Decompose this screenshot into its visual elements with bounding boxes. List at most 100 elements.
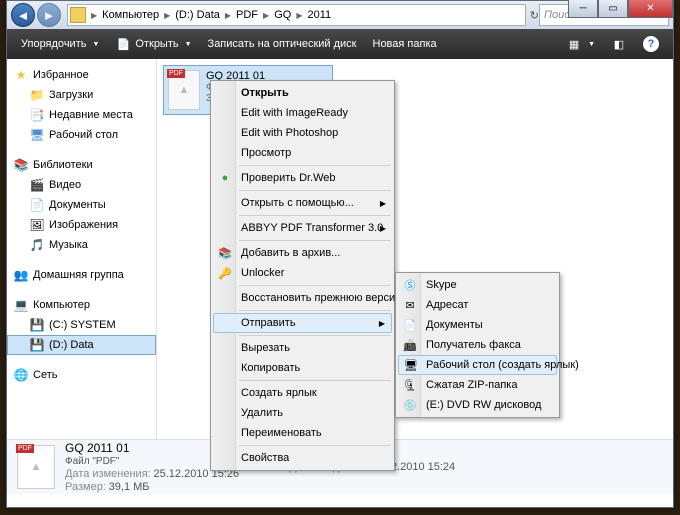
menu-item[interactable]: Открыть с помощью...▶ xyxy=(213,193,392,213)
open-button[interactable]: 📄 Открыть▼ xyxy=(107,29,199,59)
chevron-down-icon: ▼ xyxy=(185,41,192,48)
video-icon: 🎬 xyxy=(29,177,45,193)
sidebar-item-videos[interactable]: 🎬Видео xyxy=(7,175,156,195)
sidebar-item-pictures[interactable]: 🖼Изображения xyxy=(7,215,156,235)
help-icon: ? xyxy=(643,36,659,52)
organize-button[interactable]: Упорядочить▼ xyxy=(13,29,107,59)
context-menu: ОткрытьEdit with ImageReadyEdit with Pho… xyxy=(210,80,395,471)
chevron-right-icon: ▶ xyxy=(379,319,385,328)
music-icon: 🎵 xyxy=(29,237,45,253)
breadcrumb-item[interactable]: GQ xyxy=(272,9,293,21)
menu-item[interactable]: Отправить▶ xyxy=(213,313,392,333)
sidebar-homegroup[interactable]: 👥Домашняя группа xyxy=(7,265,156,285)
menu-item[interactable]: ●Проверить Dr.Web xyxy=(213,168,392,188)
drive-icon: 💾 xyxy=(29,317,45,333)
skype-icon: Ⓢ xyxy=(402,277,418,293)
menu-item[interactable]: Edit with Photoshop xyxy=(213,123,392,143)
menu-item[interactable]: ⓈSkype xyxy=(398,275,557,295)
menu-item[interactable]: 📠Получатель факса xyxy=(398,335,557,355)
green-icon: ● xyxy=(217,170,233,186)
pdf-badge-icon: PDF xyxy=(167,69,185,78)
forward-button[interactable]: ► xyxy=(37,3,61,27)
menu-item[interactable]: ✉Адресат xyxy=(398,295,557,315)
folder-icon xyxy=(70,7,86,23)
pdf-thumbnail: PDF ▲ xyxy=(17,445,55,489)
refresh-button[interactable]: ↻ xyxy=(530,9,539,22)
desktop-icon: 🖥 xyxy=(29,127,45,143)
chevron-down-icon: ▼ xyxy=(92,41,99,48)
books-icon: 📚 xyxy=(217,245,233,261)
burn-button[interactable]: Записать на оптический диск xyxy=(200,29,365,59)
sidebar-item-music[interactable]: 🎵Музыка xyxy=(7,235,156,255)
chevron-right-icon[interactable]: ▶ xyxy=(260,11,272,20)
sidebar-favorites[interactable]: ★Избранное xyxy=(7,65,156,85)
picture-icon: 🖼 xyxy=(29,217,45,233)
star-icon: ★ xyxy=(13,67,29,83)
menu-item[interactable]: 📄Документы xyxy=(398,315,557,335)
menu-item[interactable]: Восстановить прежнюю версию xyxy=(213,288,392,308)
menu-item[interactable]: 🖥Рабочий стол (создать ярлык) xyxy=(398,355,557,375)
menu-item[interactable]: Удалить xyxy=(213,403,392,423)
computer-icon: 💻 xyxy=(13,297,29,313)
sidebar-item-desktop[interactable]: 🖥Рабочий стол xyxy=(7,125,156,145)
menu-item[interactable]: 💿(E:) DVD RW дисковод xyxy=(398,395,557,415)
chevron-right-icon[interactable]: ▶ xyxy=(222,11,234,20)
sidebar-item-drive-d[interactable]: 💾(D:) Data xyxy=(7,335,156,355)
doc-icon: 📄 xyxy=(402,317,418,333)
new-folder-button[interactable]: Новая папка xyxy=(365,29,445,59)
menu-item[interactable]: Свойства xyxy=(213,448,392,468)
breadcrumb-item[interactable]: Компьютер xyxy=(100,9,161,21)
sidebar-computer[interactable]: 💻Компьютер xyxy=(7,295,156,315)
close-button[interactable]: ✕ xyxy=(628,0,673,18)
sidebar-item-documents[interactable]: 📄Документы xyxy=(7,195,156,215)
library-icon: 📚 xyxy=(13,157,29,173)
menu-item[interactable]: Edit with ImageReady xyxy=(213,103,392,123)
recent-icon: 📑 xyxy=(29,107,45,123)
help-button[interactable]: ? xyxy=(635,29,667,59)
send-to-submenu: ⓈSkype✉Адресат📄Документы📠Получатель факс… xyxy=(395,272,560,418)
sidebar-item-downloads[interactable]: 📁Загрузки xyxy=(7,85,156,105)
pdf-badge-icon: PDF xyxy=(16,444,34,453)
folder-icon: 📁 xyxy=(29,87,45,103)
menu-item[interactable]: Переименовать xyxy=(213,423,392,443)
sidebar-libraries[interactable]: 📚Библиотеки xyxy=(7,155,156,175)
toolbar: Упорядочить▼ 📄 Открыть▼ Записать на опти… xyxy=(7,29,673,59)
menu-item[interactable]: 📚Добавить в архив... xyxy=(213,243,392,263)
minimize-button[interactable]: ─ xyxy=(568,0,598,18)
menu-item[interactable]: Вырезать xyxy=(213,338,392,358)
chevron-right-icon[interactable]: ▶ xyxy=(293,11,305,20)
menu-item[interactable]: 🗜Сжатая ZIP-папка xyxy=(398,375,557,395)
menu-item[interactable]: Создать ярлык xyxy=(213,383,392,403)
desktop-icon: 🖥 xyxy=(403,357,419,373)
breadcrumb-item[interactable]: 2011 xyxy=(305,9,333,21)
menu-item[interactable]: Просмотр xyxy=(213,143,392,163)
breadcrumb-item[interactable]: PDF xyxy=(234,9,260,21)
breadcrumb-item[interactable]: (D:) Data xyxy=(173,9,222,21)
fax-icon: 📠 xyxy=(402,337,418,353)
menu-item[interactable]: Открыть xyxy=(213,83,392,103)
view-icon: ▦ xyxy=(566,36,582,52)
sidebar-item-drive-c[interactable]: 💾(C:) SYSTEM xyxy=(7,315,156,335)
menu-item[interactable]: Копировать xyxy=(213,358,392,378)
preview-icon: ◧ xyxy=(611,36,627,52)
document-icon: 📄 xyxy=(29,197,45,213)
pdf-thumbnail: PDF ▲ xyxy=(168,70,200,110)
preview-pane-button[interactable]: ◧ xyxy=(603,29,635,59)
menu-item[interactable]: 🔑Unlocker xyxy=(213,263,392,283)
sidebar-item-recent[interactable]: 📑Недавние места xyxy=(7,105,156,125)
chevron-right-icon[interactable]: ▶ xyxy=(88,11,100,20)
chevron-down-icon: ▼ xyxy=(588,41,595,48)
maximize-button[interactable]: ▭ xyxy=(598,0,628,18)
drive-icon: 💾 xyxy=(29,337,45,353)
chevron-right-icon[interactable]: ▶ xyxy=(161,11,173,20)
wand-icon: 🔑 xyxy=(217,265,233,281)
back-button[interactable]: ◄ xyxy=(11,3,35,27)
pdf-icon: 📄 xyxy=(115,36,131,52)
dvd-icon: 💿 xyxy=(402,397,418,413)
homegroup-icon: 👥 xyxy=(13,267,29,283)
zip-icon: 🗜 xyxy=(402,377,418,393)
sidebar-network[interactable]: 🌐Сеть xyxy=(7,365,156,385)
breadcrumb[interactable]: ▶ Компьютер ▶ (D:) Data ▶ PDF ▶ GQ ▶ 201… xyxy=(67,4,526,26)
view-button[interactable]: ▦▼ xyxy=(558,29,603,59)
menu-item[interactable]: ABBYY PDF Transformer 3.0▶ xyxy=(213,218,392,238)
